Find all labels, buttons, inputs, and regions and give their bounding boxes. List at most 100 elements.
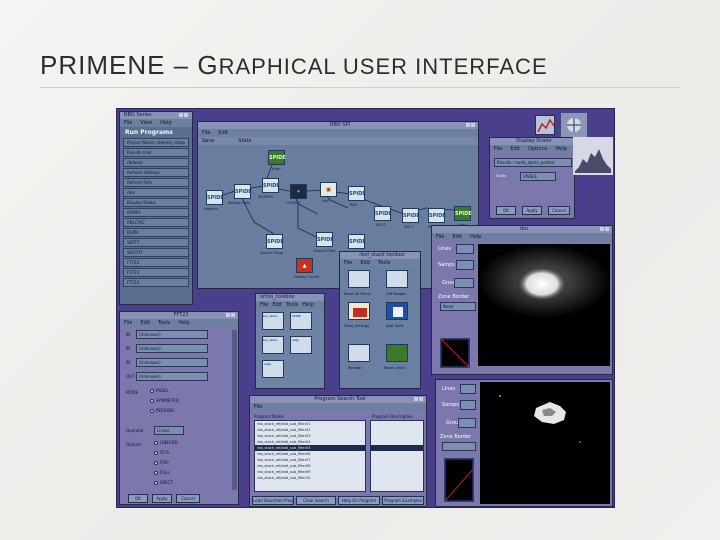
- mode-radio[interactable]: SYMMETRIC: [150, 398, 180, 403]
- option-checkbox[interactable]: FULL: [154, 470, 170, 475]
- option-checkbox[interactable]: FRIP: [154, 460, 169, 465]
- menu-file[interactable]: File: [260, 301, 268, 309]
- menu-help[interactable]: Help: [160, 119, 171, 127]
- ok-button[interactable]: OK: [496, 206, 516, 215]
- desktop-icon-tools[interactable]: [561, 113, 587, 137]
- run-program-row[interactable]: Display Status: [123, 198, 189, 207]
- run-program-row[interactable]: RAPIFA: [123, 208, 189, 217]
- run-program-row[interactable]: SEXTOT: [123, 248, 189, 257]
- flow-node[interactable]: ▣: [320, 182, 337, 197]
- flow-node[interactable]: SPIDE: [348, 234, 366, 249]
- flow-node[interactable]: SPIDE: [234, 184, 252, 199]
- program-description-list[interactable]: [370, 420, 424, 492]
- toolbox-large-button[interactable]: [348, 270, 370, 288]
- list-item[interactable]: rbo_stack_ref/add_sub_filter10: [255, 475, 365, 481]
- flow-node[interactable]: SPIDE: [268, 150, 286, 165]
- menu-file[interactable]: File: [436, 233, 444, 241]
- flow-node[interactable]: SPIDE: [316, 232, 334, 247]
- menu-edit[interactable]: Edit: [510, 145, 520, 153]
- menu-help[interactable]: Help: [302, 301, 313, 309]
- menu-file[interactable]: File: [202, 129, 210, 137]
- operator-select[interactable]: Linear: [154, 426, 184, 435]
- image-panel[interactable]: [480, 382, 610, 504]
- mode-radio[interactable]: PERIODIC: [150, 408, 175, 413]
- zoom-select[interactable]: [442, 442, 476, 451]
- help-program-button[interactable]: Help On Program: [338, 496, 380, 505]
- apply-button[interactable]: Apply: [152, 494, 172, 503]
- run-program-row[interactable]: FTT23: [123, 268, 189, 277]
- flow-node[interactable]: SPIDE: [374, 206, 392, 221]
- run-program-row[interactable]: Refresh Refs: [123, 178, 189, 187]
- fft-row-value[interactable]: (Unknown): [136, 358, 208, 367]
- fft-row-value[interactable]: (Unknown): [136, 372, 208, 381]
- menu-tools[interactable]: Tools: [286, 301, 298, 309]
- menu-edit[interactable]: Edit: [218, 129, 228, 137]
- menu-edit[interactable]: Edit: [140, 319, 150, 327]
- menu-file[interactable]: File: [254, 403, 262, 411]
- flow-node[interactable]: SPIDE: [262, 178, 280, 193]
- tool-button[interactable]: [386, 302, 408, 320]
- menu-tools[interactable]: Tools: [158, 319, 170, 327]
- fft-row-value[interactable]: (Unknown): [136, 330, 208, 339]
- mode-radio[interactable]: PSDEL: [150, 388, 169, 393]
- fft-scrollbar[interactable]: [232, 330, 237, 490]
- toolbox-small-titlebar[interactable]: ortho_toolbox: [256, 294, 324, 301]
- toolbox-large-button[interactable]: [386, 270, 408, 288]
- samps-field[interactable]: [460, 400, 476, 410]
- menu-tools[interactable]: Tools: [378, 259, 390, 267]
- toolbox-large-button[interactable]: [386, 344, 408, 362]
- stride-input[interactable]: VISBLE: [520, 172, 556, 181]
- run-program-row[interactable]: rbdemo: [123, 158, 189, 167]
- flow-node[interactable]: SPIDE: [348, 186, 366, 201]
- flow-node[interactable]: SPIDE: [428, 208, 446, 223]
- group-field[interactable]: [458, 418, 476, 428]
- option-checkbox[interactable]: LINEARD: [154, 440, 178, 445]
- run-program-row[interactable]: RBLCFAC: [123, 218, 189, 227]
- menu-edit[interactable]: Edit: [360, 259, 370, 267]
- menu-edit[interactable]: Edit: [452, 233, 462, 241]
- menu-view[interactable]: View: [140, 119, 152, 127]
- run-program-row[interactable]: Project Name: rbdemo_stage: [123, 138, 189, 147]
- flow-node[interactable]: SPIDE: [454, 206, 472, 221]
- flow-node[interactable]: SPIDE: [402, 208, 420, 223]
- flow-node[interactable]: SPIDE: [206, 190, 224, 205]
- samps-field[interactable]: [456, 260, 474, 270]
- run-program-row[interactable]: FTT24: [123, 278, 189, 287]
- fft-titlebar[interactable]: FFT22: [120, 312, 238, 319]
- image-panel[interactable]: [478, 244, 610, 366]
- run-program-row[interactable]: Results User: [123, 148, 189, 157]
- group-field[interactable]: [454, 278, 474, 288]
- cancel-button[interactable]: Cancel: [548, 206, 570, 215]
- run-program-row[interactable]: Refresh Settings: [123, 168, 189, 177]
- flow-node[interactable]: SPIDE: [266, 234, 284, 249]
- flow-titlebar[interactable]: RBO SPI: [198, 122, 478, 129]
- run-program-row[interactable]: FTT22: [123, 258, 189, 267]
- viewer-titlebar[interactable]: rbo: [432, 226, 612, 233]
- description-selected[interactable]: [371, 445, 423, 451]
- apply-button[interactable]: Apply: [522, 206, 542, 215]
- desktop-icon-graph[interactable]: [535, 115, 555, 135]
- scale-titlebar[interactable]: Display Scaler: [490, 138, 574, 145]
- toolbox-large-button[interactable]: [348, 344, 370, 362]
- folder-button[interactable]: [348, 302, 370, 320]
- menu-help[interactable]: Help: [555, 145, 566, 153]
- menu-file[interactable]: File: [494, 145, 502, 153]
- menu-file[interactable]: File: [124, 319, 132, 327]
- zoom-select[interactable]: None: [440, 302, 476, 311]
- lines-field[interactable]: [460, 384, 476, 394]
- cancel-button[interactable]: Cancel: [176, 494, 200, 503]
- run-programs-titlebar[interactable]: RBO Series: [120, 112, 192, 119]
- lines-field[interactable]: [456, 244, 474, 254]
- program-examples-button[interactable]: Program Examples: [382, 496, 424, 505]
- menu-file[interactable]: File: [344, 259, 352, 267]
- clear-search-button[interactable]: Clear Search: [296, 496, 336, 505]
- menu-edit[interactable]: Edit: [272, 301, 282, 309]
- ok-button[interactable]: OK: [128, 494, 148, 503]
- option-checkbox[interactable]: SPECT: [154, 480, 173, 485]
- run-program-row[interactable]: rbol: [123, 188, 189, 197]
- menu-help[interactable]: Help: [470, 233, 481, 241]
- toolbox-large-titlebar[interactable]: rbol_stack toolbox: [340, 252, 420, 259]
- menu-options[interactable]: Options: [528, 145, 547, 153]
- run-program-row[interactable]: DEPN: [123, 228, 189, 237]
- flow-node[interactable]: ✦: [290, 184, 307, 199]
